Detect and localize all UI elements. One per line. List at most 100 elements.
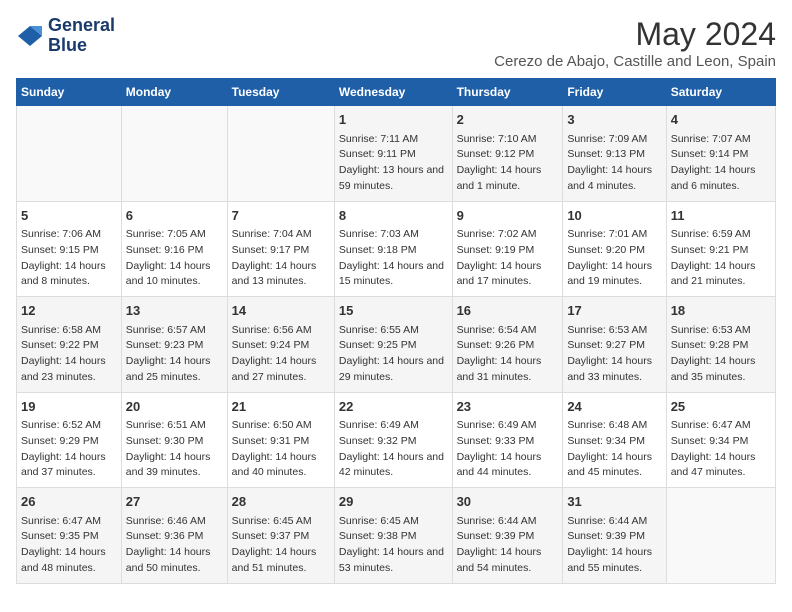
info-line: Sunrise: 6:50 AM [232,418,330,434]
day-info: Sunrise: 6:46 AMSunset: 9:36 PMDaylight:… [126,514,223,577]
calendar-cell: 26Sunrise: 6:47 AMSunset: 9:35 PMDayligh… [17,488,122,584]
info-line: Sunset: 9:17 PM [232,243,330,259]
info-line: Daylight: 14 hours and 51 minutes. [232,545,330,577]
title-area: May 2024 Cerezo de Abajo, Castille and L… [494,16,776,70]
calendar-cell: 16Sunrise: 6:54 AMSunset: 9:26 PMDayligh… [452,297,563,393]
info-line: Sunset: 9:31 PM [232,434,330,450]
week-row-3: 12Sunrise: 6:58 AMSunset: 9:22 PMDayligh… [17,297,776,393]
info-line: Sunrise: 6:46 AM [126,514,223,530]
info-line: Sunrise: 7:02 AM [457,227,559,243]
calendar-cell: 29 Sunrise: 6:45 AMSunset: 9:38 PMDayligh… [334,488,452,584]
info-line: Daylight: 14 hours and 35 minutes. [671,354,771,386]
day-info: Sunrise: 6:56 AMSunset: 9:24 PMDaylight:… [232,323,330,386]
info-line: Sunrise: 7:05 AM [126,227,223,243]
calendar-cell: 9Sunrise: 7:02 AMSunset: 9:19 PMDaylight… [452,201,563,297]
info-line: Sunrise: 6:56 AM [232,323,330,339]
info-line: Sunrise: 7:07 AM [671,132,771,148]
day-info: Sunrise: 6:55 AMSunset: 9:25 PMDaylight:… [339,323,448,386]
info-line: Sunrise: 6:53 AM [671,323,771,339]
info-line: Daylight: 14 hours and 23 minutes. [21,354,117,386]
info-line: Sunrise: 7:01 AM [567,227,661,243]
day-number: 15 [339,301,448,321]
logo-icon [16,22,44,50]
calendar-cell [121,106,227,202]
calendar-cell: 7Sunrise: 7:04 AMSunset: 9:17 PMDaylight… [227,201,334,297]
day-number: 3 [567,110,661,130]
day-number: 21 [232,397,330,417]
info-line: Sunset: 9:38 PM [339,529,448,545]
day-info: Sunrise: 7:02 AMSunset: 9:19 PMDaylight:… [457,227,559,290]
day-info: Sunrise: 7:07 AMSunset: 9:14 PMDaylight:… [671,132,771,195]
info-line: Sunrise: 6:44 AM [457,514,559,530]
calendar-cell: 2Sunrise: 7:10 AMSunset: 9:12 PMDaylight… [452,106,563,202]
info-line: Sunset: 9:24 PM [232,338,330,354]
info-line: Daylight: 14 hours and 39 minutes. [126,450,223,482]
calendar-cell: 12Sunrise: 6:58 AMSunset: 9:22 PMDayligh… [17,297,122,393]
info-line: Sunset: 9:23 PM [126,338,223,354]
info-line: Sunset: 9:34 PM [567,434,661,450]
calendar-cell: 21Sunrise: 6:50 AMSunset: 9:31 PMDayligh… [227,392,334,488]
info-line: Daylight: 14 hours and 29 minutes. [339,354,448,386]
info-line: Sunrise: 6:53 AM [567,323,661,339]
day-info: Sunrise: 6:47 AMSunset: 9:34 PMDaylight:… [671,418,771,481]
info-line: Sunrise: 6:45 AM [232,514,330,530]
info-line: Daylight: 14 hours and 17 minutes. [457,259,559,291]
info-line: Sunset: 9:18 PM [339,243,448,259]
day-header-tuesday: Tuesday [227,79,334,106]
day-number: 26 [21,492,117,512]
header: General Blue May 2024 Cerezo de Abajo, C… [16,16,776,70]
info-line: Sunrise: 6:45 AM [339,514,448,530]
day-number: 23 [457,397,559,417]
day-info: Sunrise: 7:01 AMSunset: 9:20 PMDaylight:… [567,227,661,290]
page-title: May 2024 [494,16,776,53]
info-line: Sunrise: 6:59 AM [671,227,771,243]
calendar-cell: 20Sunrise: 6:51 AMSunset: 9:30 PMDayligh… [121,392,227,488]
info-line: Daylight: 14 hours and 13 minutes. [232,259,330,291]
info-line: Sunrise: 6:55 AM [339,323,448,339]
info-line: Sunset: 9:35 PM [21,529,117,545]
info-line: Daylight: 14 hours and 25 minutes. [126,354,223,386]
day-number: 18 [671,301,771,321]
calendar-cell: 19Sunrise: 6:52 AMSunset: 9:29 PMDayligh… [17,392,122,488]
day-number: 19 [21,397,117,417]
day-number: 29 [339,492,448,512]
info-line: Daylight: 14 hours and 8 minutes. [21,259,117,291]
info-line: Sunrise: 6:54 AM [457,323,559,339]
info-line: Sunset: 9:37 PM [232,529,330,545]
day-number: 2 [457,110,559,130]
calendar-cell [666,488,775,584]
day-info: Sunrise: 6:44 AMSunset: 9:39 PMDaylight:… [457,514,559,577]
calendar-cell: 15Sunrise: 6:55 AMSunset: 9:25 PMDayligh… [334,297,452,393]
day-header-thursday: Thursday [452,79,563,106]
calendar-cell: 4Sunrise: 7:07 AMSunset: 9:14 PMDaylight… [666,106,775,202]
info-line: Daylight: 14 hours and 55 minutes. [567,545,661,577]
info-line: Sunset: 9:32 PM [339,434,448,450]
day-number: 25 [671,397,771,417]
info-line: Sunset: 9:36 PM [126,529,223,545]
day-number: 13 [126,301,223,321]
calendar-cell: 24Sunrise: 6:48 AMSunset: 9:34 PMDayligh… [563,392,666,488]
info-line: Daylight: 14 hours and 42 minutes. [339,450,448,482]
info-line: Sunrise: 7:06 AM [21,227,117,243]
info-line: Daylight: 14 hours and 54 minutes. [457,545,559,577]
day-number: 7 [232,206,330,226]
day-info: Sunrise: 7:06 AMSunset: 9:15 PMDaylight:… [21,227,117,290]
calendar-cell: 17Sunrise: 6:53 AMSunset: 9:27 PMDayligh… [563,297,666,393]
week-row-4: 19Sunrise: 6:52 AMSunset: 9:29 PMDayligh… [17,392,776,488]
day-info: Sunrise: 6:47 AMSunset: 9:35 PMDaylight:… [21,514,117,577]
calendar-cell: 6Sunrise: 7:05 AMSunset: 9:16 PMDaylight… [121,201,227,297]
day-header-sunday: Sunday [17,79,122,106]
calendar-cell [227,106,334,202]
info-line: Sunset: 9:12 PM [457,147,559,163]
info-line: Daylight: 14 hours and 33 minutes. [567,354,661,386]
info-line: Sunset: 9:20 PM [567,243,661,259]
day-number: 27 [126,492,223,512]
info-line: Sunset: 9:27 PM [567,338,661,354]
days-header-row: SundayMondayTuesdayWednesdayThursdayFrid… [17,79,776,106]
info-line: Daylight: 14 hours and 40 minutes. [232,450,330,482]
calendar-cell: 8Sunrise: 7:03 AMSunset: 9:18 PMDaylight… [334,201,452,297]
info-line: Sunset: 9:13 PM [567,147,661,163]
day-info: Sunrise: 6:49 AMSunset: 9:33 PMDaylight:… [457,418,559,481]
calendar-cell: 22Sunrise: 6:49 AMSunset: 9:32 PMDayligh… [334,392,452,488]
info-line: Daylight: 14 hours and 53 minutes. [339,545,448,577]
